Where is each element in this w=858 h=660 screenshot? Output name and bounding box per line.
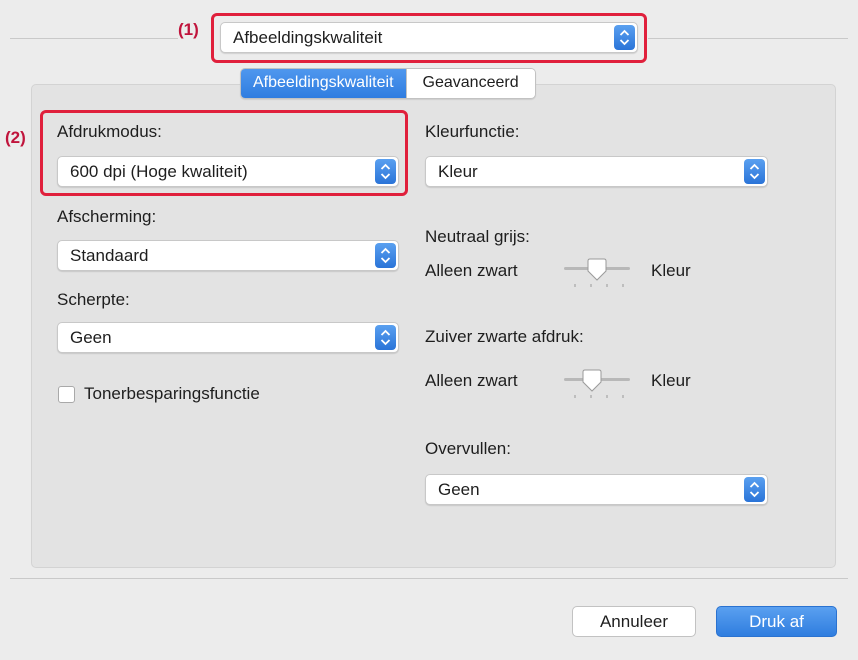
neutral-gray-slider[interactable] (564, 256, 630, 290)
pure-black-slider[interactable] (564, 367, 630, 401)
pure-black-min-label: Alleen zwart (425, 371, 518, 390)
cancel-button[interactable]: Annuleer (572, 606, 696, 637)
trapping-value: Geen (438, 480, 480, 499)
callout-2: (2) (5, 128, 26, 147)
updown-arrows-icon (375, 159, 396, 184)
updown-arrows-icon (375, 325, 396, 350)
callout-1: (1) (178, 20, 199, 39)
updown-arrows-icon (375, 243, 396, 268)
footer-divider (10, 578, 848, 579)
top-divider-left (10, 38, 178, 39)
color-mode-label: Kleurfunctie: (425, 122, 520, 141)
neutral-gray-max-label: Kleur (651, 261, 691, 280)
color-mode-dropdown[interactable]: Kleur (425, 156, 768, 187)
screening-value: Standaard (70, 246, 149, 265)
print-mode-label: Afdrukmodus: (57, 122, 162, 141)
print-mode-value: 600 dpi (Hoge kwaliteit) (70, 162, 248, 181)
updown-arrows-icon (744, 159, 765, 184)
toner-saving-label: Tonerbesparingsfunctie (84, 384, 260, 403)
screening-dropdown[interactable]: Standaard (57, 240, 399, 271)
top-divider-right (648, 38, 848, 39)
tab-bar: Afbeeldingskwaliteit Geavanceerd (240, 68, 536, 99)
print-button[interactable]: Druk af (716, 606, 837, 637)
print-mode-dropdown[interactable]: 600 dpi (Hoge kwaliteit) (57, 156, 399, 187)
trapping-label: Overvullen: (425, 439, 511, 458)
sharpness-label: Scherpte: (57, 290, 130, 309)
pure-black-max-label: Kleur (651, 371, 691, 390)
color-mode-value: Kleur (438, 162, 478, 181)
updown-arrows-icon (614, 25, 635, 50)
neutral-gray-label: Neutraal grijs: (425, 227, 530, 246)
neutral-gray-min-label: Alleen zwart (425, 261, 518, 280)
sharpness-dropdown[interactable]: Geen (57, 322, 399, 353)
sharpness-value: Geen (70, 328, 112, 347)
tab-image-quality[interactable]: Afbeeldingskwaliteit (241, 69, 406, 98)
tab-advanced[interactable]: Geavanceerd (405, 69, 535, 98)
updown-arrows-icon (744, 477, 765, 502)
preset-dropdown[interactable]: Afbeeldingskwaliteit (220, 22, 638, 53)
preset-dropdown-value: Afbeeldingskwaliteit (233, 28, 383, 47)
pure-black-label: Zuiver zwarte afdruk: (425, 327, 584, 346)
screening-label: Afscherming: (57, 207, 157, 226)
trapping-dropdown[interactable]: Geen (425, 474, 768, 505)
toner-saving-checkbox[interactable] (58, 386, 75, 403)
